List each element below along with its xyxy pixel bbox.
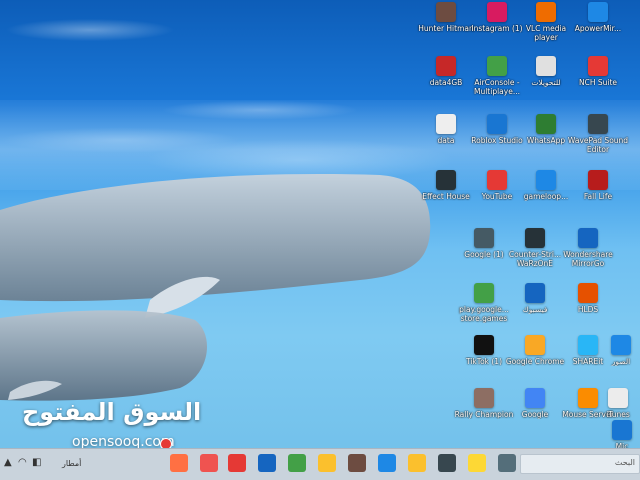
mouse-server-icon [578,388,598,408]
file-icon [436,114,456,134]
desktop-icon[interactable]: WavePad Sound Editor [566,114,630,172]
google-icon [525,388,545,408]
desktop-icon[interactable]: الصور [602,335,640,393]
taskbar: ▲ ◠ ◧ أمطار البحث [0,448,640,480]
taskbar-search-label: البحث [614,458,635,467]
wavepad-icon [588,114,608,134]
desktop-icon-label: الصور [611,357,631,366]
itunes-icon [608,388,628,408]
desktop-icon-label: WavePad Sound Editor [567,136,629,154]
folder-icon[interactable] [468,454,486,472]
hlds-icon [578,283,598,303]
play-icon[interactable] [170,454,188,472]
desktop-icon-label: Fall Life [583,192,613,201]
volume-icon[interactable]: ◧ [32,457,41,468]
desktop-icon[interactable]: ApowerMir... [566,2,630,60]
game-icon [436,2,456,22]
mail-icon[interactable] [378,454,396,472]
desktop-icon-label: iTunes [606,410,630,419]
desktop-icon[interactable]: HLDS [556,283,620,341]
counter-strike-icon [525,228,545,248]
desktop-icon[interactable]: Wondershare MirrorGo [556,228,620,286]
effect-house-icon [436,170,456,190]
desktop-icon-label: NCH Suite [578,78,618,87]
airconsole-icon [487,56,507,76]
desktop-icon-label: HLDS [577,305,599,314]
tiktok-icon [474,335,494,355]
facebook-icon[interactable] [258,454,276,472]
roblox-icon [487,114,507,134]
chrome-icon[interactable] [318,454,336,472]
wifi-icon[interactable]: ◠ [18,457,27,468]
game-icon [474,388,494,408]
shareit-icon [578,335,598,355]
youtube-icon[interactable] [228,454,246,472]
desktop-icon[interactable]: NCH Suite [566,56,630,114]
desktop-icon-label: ApowerMir... [574,24,622,33]
google-icon [474,228,494,248]
desktop-icon[interactable]: Fall Life [566,170,630,228]
calendar-icon[interactable] [200,454,218,472]
microsoft-icon [612,420,632,440]
desktop-icon-label: Wondershare MirrorGo [563,250,613,268]
store-icon[interactable] [348,454,366,472]
nch-icon [588,56,608,76]
task-view-icon[interactable] [498,454,516,472]
file-explorer-icon[interactable] [408,454,426,472]
play-games-icon [474,283,494,303]
facebook-icon [525,283,545,303]
taskbar-search-box[interactable]: البحث [520,454,640,474]
chrome-icon [525,335,545,355]
app-icon [588,2,608,22]
notification-icon[interactable]: ▲ [4,457,12,468]
instagram-icon [487,2,507,22]
gameloop-icon [536,170,556,190]
game-icon [588,170,608,190]
weather-widget[interactable]: أمطار [62,459,81,468]
chrome-icon[interactable] [288,454,306,472]
whatsapp-icon [536,114,556,134]
youtube-icon [487,170,507,190]
vlc-icon [536,2,556,22]
photos-icon [611,335,631,355]
folder-icon [436,56,456,76]
steam-icon[interactable] [438,454,456,472]
file-icon [536,56,556,76]
mirrorgo-icon [578,228,598,248]
watermark-arabic: السوق المفتوح [22,398,202,426]
